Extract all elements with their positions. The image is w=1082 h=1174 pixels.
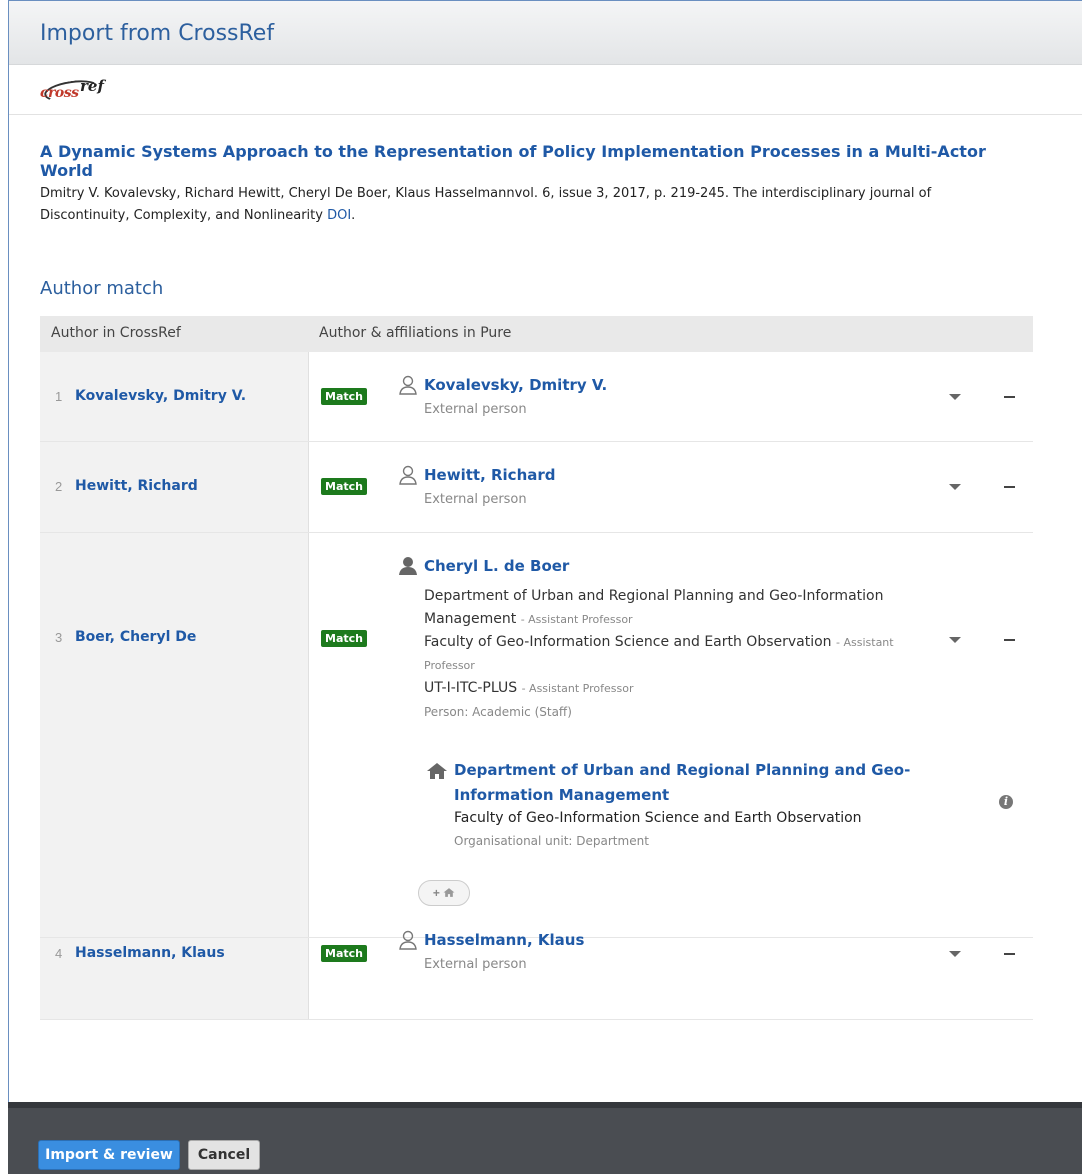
crossref-author-name: Hasselmann, Klaus (75, 945, 225, 961)
pure-author: Kovalevsky, Dmitry V. External person (398, 375, 607, 417)
pure-author: Cheryl L. de Boer Department of Urban an… (398, 556, 938, 724)
dialog-title: Import from CrossRef (40, 21, 275, 46)
person-solid-icon (399, 557, 417, 575)
person-type: External person (424, 402, 527, 417)
house-icon (427, 763, 447, 779)
crossref-author-name: Boer, Cheryl De (75, 629, 197, 645)
add-org-unit-button[interactable]: + (418, 880, 470, 906)
caret-down-icon[interactable] (949, 394, 961, 400)
crossref-logo: cross ref (40, 77, 110, 105)
table-header: Author in CrossRef Author & affiliations… (40, 316, 1033, 352)
row-number: 3 (55, 630, 63, 645)
author-match-title: Author match (40, 278, 164, 299)
affiliations-list: Department of Urban and Regional Plannin… (398, 585, 938, 724)
affiliation-item: Faculty of Geo-Information Science and E… (424, 634, 894, 672)
publication-summary: A Dynamic Systems Approach to the Repres… (9, 115, 1082, 227)
match-badge: Match (321, 945, 367, 962)
match-badge: Match (321, 388, 367, 405)
person-outline-icon (399, 930, 417, 950)
crossref-author-name: Kovalevsky, Dmitry V. (75, 388, 247, 404)
author-match-table: Author in CrossRef Author & affiliations… (40, 316, 1033, 1020)
col-header-crossref: Author in CrossRef (51, 325, 181, 341)
minus-icon[interactable] (1004, 639, 1015, 641)
row-number: 2 (55, 479, 63, 494)
match-badge: Match (321, 630, 367, 647)
info-icon[interactable]: i (999, 795, 1013, 809)
doi-link[interactable]: DOI (327, 208, 351, 223)
col-header-pure: Author & affiliations in Pure (319, 325, 512, 341)
person-outline-icon (399, 375, 417, 395)
table-row: 2 Hewitt, Richard Match Hewitt, Richard … (40, 442, 1033, 533)
dialog-footer: Import & review Cancel (8, 1102, 1082, 1174)
table-row: 1 Kovalevsky, Dmitry V. Match Kovalevsky… (40, 352, 1033, 442)
minus-icon[interactable] (1004, 486, 1015, 488)
dialog-header: Import from CrossRef (9, 1, 1082, 65)
affiliation-item: UT-I-ITC-PLUS - Assistant Professor (424, 680, 634, 696)
publication-title: A Dynamic Systems Approach to the Repres… (40, 142, 986, 180)
row-number: 1 (55, 389, 63, 404)
minus-icon[interactable] (1004, 953, 1015, 955)
person-type: External person (424, 492, 527, 507)
import-review-button[interactable]: Import & review (38, 1140, 180, 1170)
person-outline-icon (399, 465, 417, 485)
pure-author: Hasselmann, Klaus External person (398, 930, 584, 972)
org-unit-card: Department of Urban and Regional Plannin… (426, 758, 946, 848)
pure-author-link[interactable]: Hewitt, Richard (424, 466, 556, 484)
table-row: 4 Hasselmann, Klaus Match Hasselmann, Kl… (40, 930, 1033, 1020)
caret-down-icon[interactable] (949, 951, 961, 957)
publication-description: Dmitry V. Kovalevsky, Richard Hewitt, Ch… (40, 186, 932, 223)
affiliation-item: Department of Urban and Regional Plannin… (424, 588, 884, 627)
caret-down-icon[interactable] (949, 637, 961, 643)
org-unit-link[interactable]: Department of Urban and Regional Plannin… (454, 758, 946, 808)
house-icon (443, 888, 455, 897)
pure-author-link[interactable]: Hasselmann, Klaus (424, 931, 584, 949)
table-row: 3 Boer, Cheryl De Match Cheryl L. de Boe… (40, 533, 1033, 938)
pure-author-link[interactable]: Cheryl L. de Boer (424, 557, 569, 575)
minus-icon[interactable] (1004, 396, 1015, 398)
caret-down-icon[interactable] (949, 484, 961, 490)
pure-author: Hewitt, Richard External person (398, 465, 556, 507)
row-number: 4 (55, 946, 63, 961)
pure-author-link[interactable]: Kovalevsky, Dmitry V. (424, 376, 607, 394)
person-type: External person (424, 957, 527, 972)
person-type: Person: Academic (Staff) (424, 705, 572, 719)
source-logo-bar: cross ref (9, 65, 1082, 115)
match-badge: Match (321, 478, 367, 495)
crossref-author-name: Hewitt, Richard (75, 478, 198, 494)
org-unit-type: Organisational unit: Department (454, 834, 649, 848)
org-unit-parent: Faculty of Geo-Information Science and E… (454, 810, 862, 826)
import-dialog: Import from CrossRef cross ref A Dynamic… (8, 0, 1082, 1174)
cancel-button[interactable]: Cancel (188, 1140, 260, 1170)
